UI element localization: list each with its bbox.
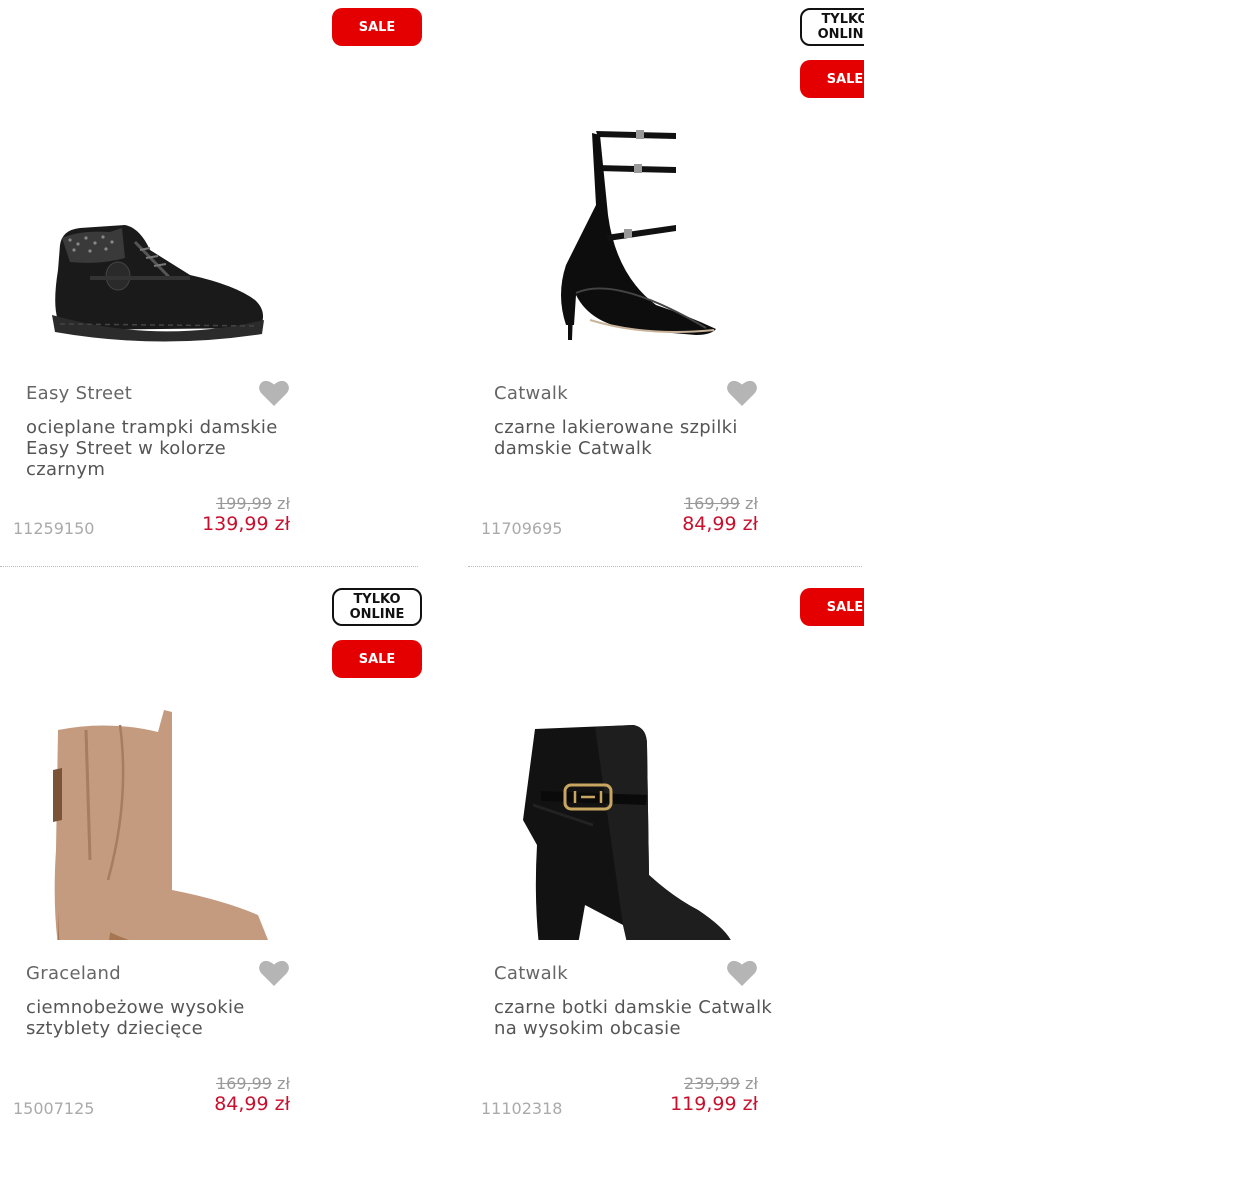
product-sku: 11709695 [481, 519, 563, 538]
product-image[interactable] [40, 680, 290, 940]
online-only-badge: TYLKO ONLINE [332, 588, 422, 626]
product-sku: 15007125 [13, 1099, 95, 1118]
current-price: 84,99 zł [214, 1093, 290, 1115]
product-image[interactable] [508, 680, 758, 940]
old-price-currency: zł [277, 494, 290, 513]
old-price: 169,99 zł [684, 494, 758, 513]
product-sku: 11259150 [13, 519, 95, 538]
product-title[interactable]: czarne lakierowane szpilki damskie Catwa… [494, 417, 774, 459]
product-image[interactable] [40, 100, 290, 360]
product-brand: Catwalk [494, 383, 568, 404]
online-only-badge: TYLKO ONLINE [800, 8, 864, 46]
heart-icon[interactable] [258, 378, 290, 408]
badge-group: TYLKO ONLINE SALE [800, 8, 864, 112]
old-price: 169,99 zł [216, 1074, 290, 1093]
product-grid: SALE Easy Street ocieplane trampki damsk… [0, 0, 864, 1196]
sale-badge: SALE [800, 60, 864, 98]
product-image[interactable] [508, 100, 758, 360]
product-brand: Easy Street [26, 383, 133, 404]
current-price: 84,99 zł [682, 513, 758, 535]
product-brand: Graceland [26, 963, 121, 984]
badge-group: TYLKO ONLINE SALE [332, 588, 422, 692]
old-price-value: 169,99 [215, 1074, 272, 1093]
current-price: 119,99 zł [670, 1093, 758, 1115]
badge-group: SALE [800, 588, 864, 640]
row-divider [0, 566, 418, 567]
current-price: 139,99 zł [202, 513, 290, 535]
old-price-value: 169,99 [683, 494, 740, 513]
badge-group: SALE [332, 8, 422, 60]
old-price: 199,99 zł [216, 494, 290, 513]
product-card[interactable]: SALE Catwalk czarne botki damskie Catwal… [468, 580, 864, 1140]
heart-icon[interactable] [726, 958, 758, 988]
sale-badge: SALE [800, 588, 864, 626]
sale-badge: SALE [332, 8, 422, 46]
product-card[interactable]: TYLKO ONLINE SALE Catwalk czarne lakiero… [468, 0, 864, 560]
product-card[interactable]: TYLKO ONLINE SALE Graceland ciemnobeżowe… [0, 580, 422, 1140]
product-card[interactable]: SALE Easy Street ocieplane trampki damsk… [0, 0, 422, 560]
old-price-currency: zł [277, 1074, 290, 1093]
old-price-currency: zł [745, 494, 758, 513]
product-title[interactable]: ciemnobeżowe wysokie sztyblety dziecięce [26, 997, 306, 1039]
product-brand: Catwalk [494, 963, 568, 984]
old-price-currency: zł [745, 1074, 758, 1093]
row-divider [468, 566, 862, 567]
old-price-value: 199,99 [215, 494, 272, 513]
product-title[interactable]: czarne botki damskie Catwalk na wysokim … [494, 997, 774, 1039]
heart-icon[interactable] [258, 958, 290, 988]
heart-icon[interactable] [726, 378, 758, 408]
product-title[interactable]: ocieplane trampki damskie Easy Street w … [26, 417, 306, 480]
old-price-value: 239,99 [683, 1074, 740, 1093]
old-price: 239,99 zł [684, 1074, 758, 1093]
product-sku: 11102318 [481, 1099, 563, 1118]
sale-badge: SALE [332, 640, 422, 678]
